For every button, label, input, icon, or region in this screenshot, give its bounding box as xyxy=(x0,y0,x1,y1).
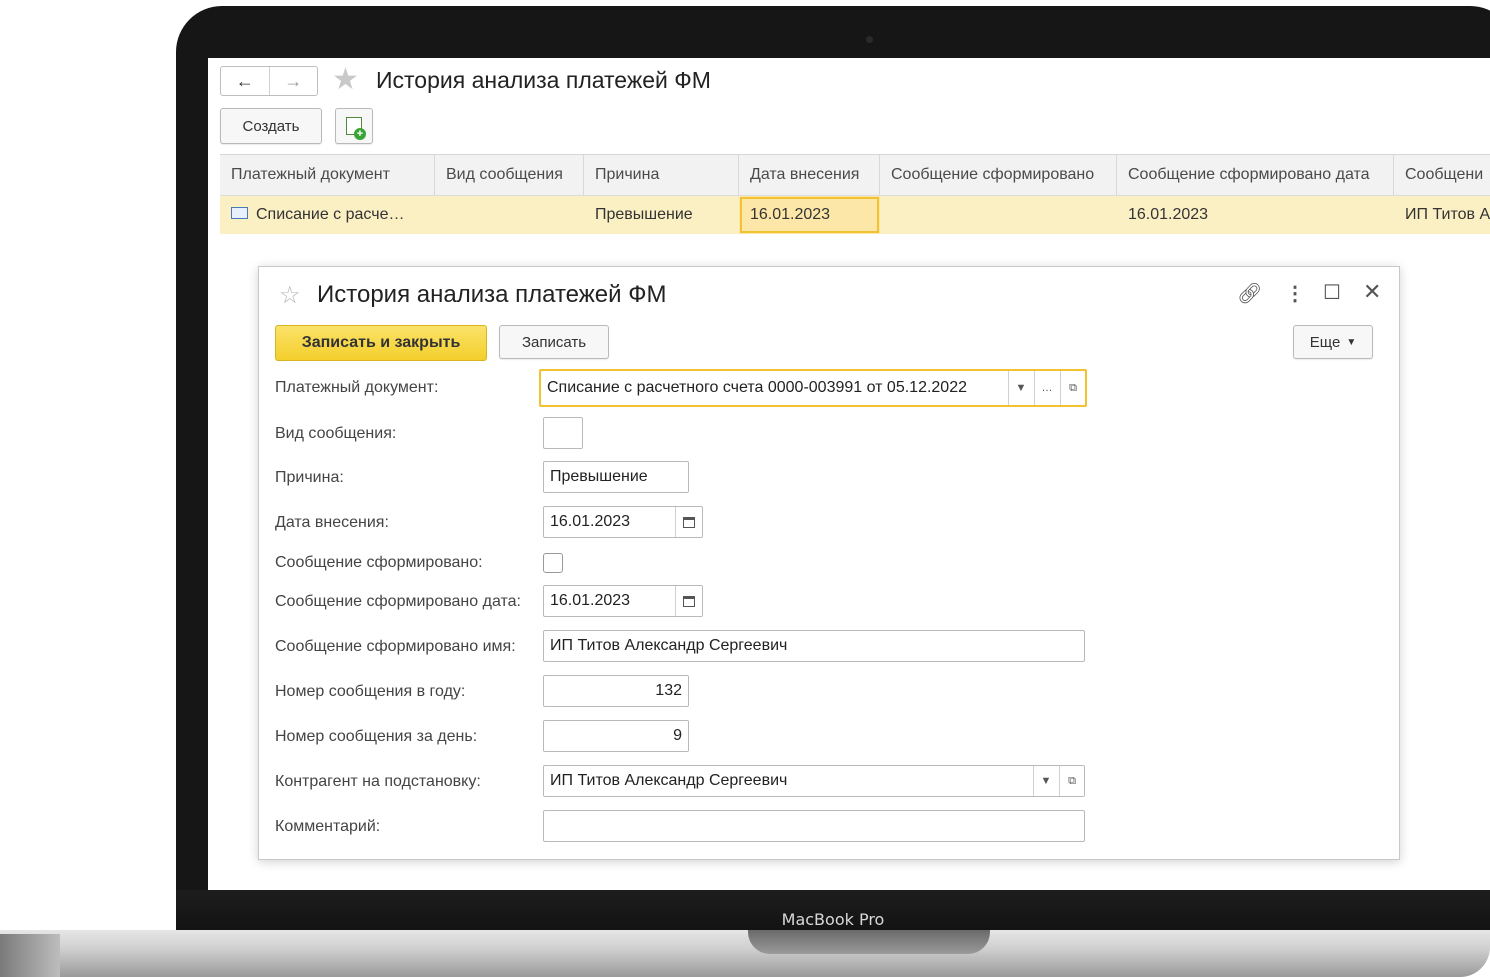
col-msg-type[interactable]: Вид сообщения xyxy=(435,155,584,195)
form-title: История анализа платежей ФМ xyxy=(317,281,667,308)
cell-entry-date[interactable]: 16.01.2023 xyxy=(739,196,880,234)
laptop-notch xyxy=(748,930,990,954)
more-label: Еще xyxy=(1309,333,1341,351)
document-icon xyxy=(231,206,248,219)
col-payment-doc[interactable]: Платежный документ xyxy=(220,155,435,195)
chevron-down-icon: ▼ xyxy=(1346,336,1357,348)
cell-msg-formed-date[interactable]: 16.01.2023 xyxy=(1117,196,1394,234)
screen: ← → ★ История анализа платежей ФМ Создат… xyxy=(208,58,1490,890)
laptop-base xyxy=(0,930,1490,977)
label-msg-formed: Сообщение сформировано: xyxy=(275,554,483,571)
back-button[interactable]: ← xyxy=(221,67,269,95)
col-reason[interactable]: Причина xyxy=(584,155,739,195)
open-icon[interactable]: ⧉ xyxy=(1060,371,1085,405)
camera xyxy=(866,36,873,43)
select-ellipsis-button[interactable]: … xyxy=(1034,371,1059,405)
close-icon[interactable]: ✕ xyxy=(1363,279,1381,305)
reason-field[interactable]: Превышение xyxy=(543,461,689,493)
cell-msg-formed[interactable] xyxy=(880,196,1117,234)
dropdown-arrow-icon[interactable]: ▼ xyxy=(1008,371,1033,405)
label-payment-doc: Платежный документ: xyxy=(275,379,439,396)
save-button[interactable]: Записать xyxy=(499,325,609,359)
msg-formed-checkbox[interactable] xyxy=(543,553,563,573)
add-document-icon xyxy=(346,117,366,140)
label-comment: Комментарий: xyxy=(275,818,381,835)
payment-doc-field[interactable]: Списание с расчетного счета 0000-003991 … xyxy=(539,369,1087,407)
msg-type-field[interactable] xyxy=(543,417,583,449)
label-reason: Причина: xyxy=(275,469,344,486)
save-and-close-button[interactable]: Записать и закрыть xyxy=(275,325,487,361)
label-msg-formed-date: Сообщение сформировано дата: xyxy=(275,593,521,610)
more-button[interactable]: Еще ▼ xyxy=(1293,325,1373,359)
menu-dots-icon[interactable]: ⋮ xyxy=(1285,281,1305,306)
cell-reason[interactable]: Превышение xyxy=(584,196,739,234)
cell-msg-formed-name[interactable]: ИП Титов А xyxy=(1394,196,1490,234)
msg-formed-date-field[interactable]: 16.01.2023 xyxy=(543,585,703,617)
history-nav: ← → xyxy=(220,66,318,96)
label-msg-type: Вид сообщения: xyxy=(275,425,397,442)
link-icon[interactable]: 🔗︎ xyxy=(1237,281,1262,306)
label-msg-formed-name: Сообщение сформировано имя: xyxy=(275,638,516,655)
history-table: Платежный документ Вид сообщения Причина… xyxy=(220,154,1490,234)
table-row[interactable]: Списание с расче… Превышение 16.01.2023 … xyxy=(220,196,1490,234)
counterparty-value: ИП Титов Александр Сергеевич xyxy=(550,772,788,789)
col-msg-formed-date[interactable]: Сообщение сформировано дата xyxy=(1117,155,1394,195)
comment-field[interactable] xyxy=(543,810,1085,842)
entry-date-value: 16.01.2023 xyxy=(550,513,631,530)
col-msg-formed-name[interactable]: Сообщени xyxy=(1394,155,1490,195)
add-by-copy-button[interactable] xyxy=(335,108,373,144)
label-entry-date: Дата внесения: xyxy=(275,514,389,531)
cell-msg-type[interactable] xyxy=(435,196,584,234)
payment-doc-value: Списание с расчетного счета 0000-003991 … xyxy=(547,379,967,396)
msg-num-year-field[interactable]: 132 xyxy=(543,675,689,707)
device-label: MacBook Pro xyxy=(176,890,1490,934)
msg-num-day-field[interactable]: 9 xyxy=(543,720,689,752)
maximize-icon[interactable]: ☐ xyxy=(1323,280,1341,305)
label-msg-num-year: Номер сообщения в году: xyxy=(275,683,466,700)
favorite-star-icon[interactable]: ☆ xyxy=(279,281,301,310)
table-header: Платежный документ Вид сообщения Причина… xyxy=(220,155,1490,196)
col-entry-date[interactable]: Дата внесения xyxy=(739,155,880,195)
cell-payment-doc[interactable]: Списание с расче… xyxy=(220,196,435,234)
entry-date-field[interactable]: 16.01.2023 xyxy=(543,506,703,538)
label-counterparty: Контрагент на подстановку: xyxy=(275,773,481,790)
msg-formed-date-value: 16.01.2023 xyxy=(550,592,631,609)
msg-formed-name-field[interactable]: ИП Титов Александр Сергеевич xyxy=(543,630,1085,662)
col-msg-formed[interactable]: Сообщение сформировано xyxy=(880,155,1117,195)
label-msg-num-day: Номер сообщения за день: xyxy=(275,728,478,745)
laptop-base-edge xyxy=(0,934,60,977)
record-form-window: ☆ История анализа платежей ФМ 🔗︎ ⋮ ☐ ✕ З… xyxy=(258,266,1400,860)
dropdown-arrow-icon[interactable]: ▼ xyxy=(1033,766,1058,796)
open-icon[interactable]: ⧉ xyxy=(1059,766,1084,796)
create-button[interactable]: Создать xyxy=(220,108,322,144)
calendar-icon[interactable] xyxy=(675,507,702,537)
counterparty-field[interactable]: ИП Титов Александр Сергеевич ▼ ⧉ xyxy=(543,765,1085,797)
forward-button[interactable]: → xyxy=(268,67,318,95)
favorite-star-icon[interactable]: ★ xyxy=(332,64,359,96)
list-title: История анализа платежей ФМ xyxy=(376,67,711,93)
calendar-icon[interactable] xyxy=(675,586,702,616)
